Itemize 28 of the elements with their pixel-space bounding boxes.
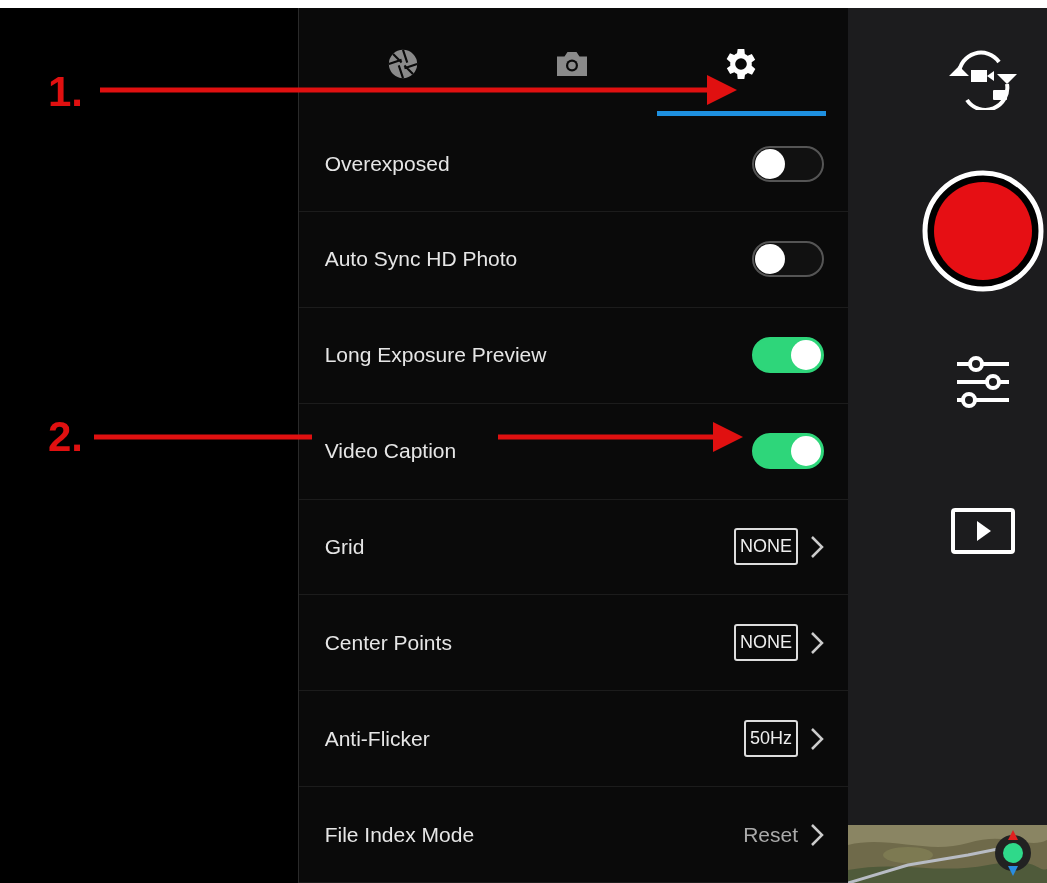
setting-label: Overexposed (324, 151, 451, 176)
toggle-switch[interactable] (752, 241, 824, 278)
record-button[interactable] (921, 170, 1044, 292)
step-number: 2. (48, 413, 84, 461)
record-icon (921, 170, 1044, 292)
setting-label: Anti-Flicker (324, 726, 431, 751)
playback-button[interactable] (950, 508, 1015, 554)
toggle-switch[interactable] (752, 433, 824, 470)
chevron-icon (810, 822, 824, 847)
chevron-icon (810, 726, 824, 751)
setting-label: Grid (324, 535, 366, 559)
play-icon (950, 508, 1015, 554)
setting-label: Auto Sync HD Photo (324, 247, 519, 272)
value-badge[interactable]: 50Hz (743, 720, 798, 758)
settings-sliders-button[interactable] (954, 354, 1011, 410)
chevron-icon (810, 535, 824, 559)
sliders-icon (954, 354, 1011, 410)
setting-label: Video Caption (324, 439, 458, 464)
reset-link[interactable]: Reset (743, 822, 798, 847)
step-number: 1. (48, 68, 84, 116)
setting-label: Center Points (324, 630, 453, 655)
setting-label: Long Exposure Preview (324, 343, 548, 368)
value-badge[interactable]: NONE (734, 624, 798, 662)
value-badge[interactable]: NONE (734, 528, 798, 566)
toggle-switch[interactable] (752, 337, 824, 374)
setting-label: File Index Mode (324, 822, 476, 847)
toggle-switch[interactable] (752, 145, 824, 182)
chevron-icon (810, 630, 824, 655)
